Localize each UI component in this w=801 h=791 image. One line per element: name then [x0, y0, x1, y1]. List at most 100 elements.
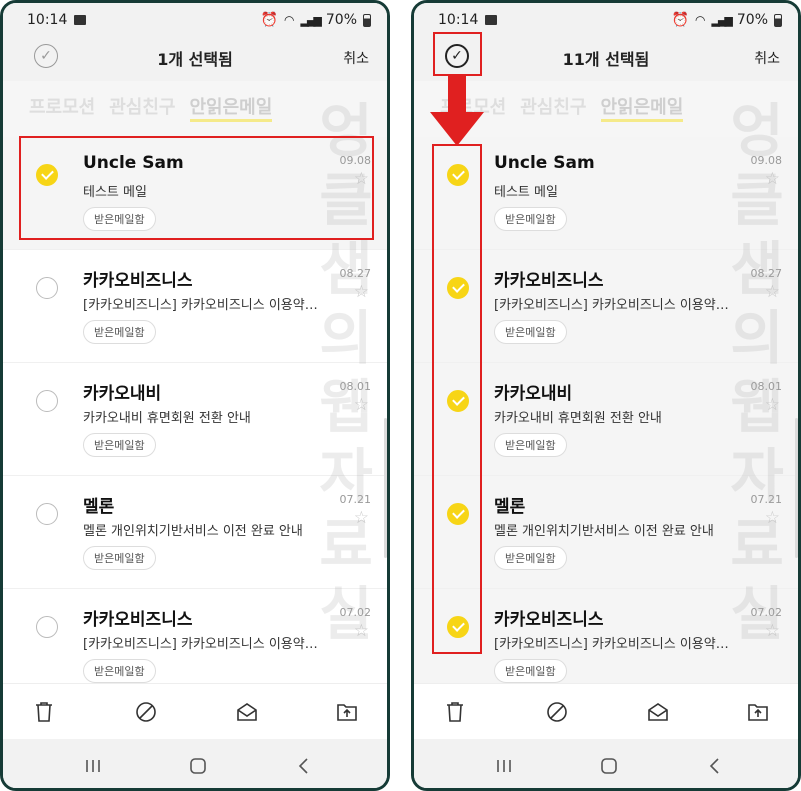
status-bar: 10:14 ⏰ ◠ ▂▄▆ 70%: [414, 3, 798, 37]
tab-unread[interactable]: 안읽은메일: [600, 93, 684, 122]
mail-row[interactable]: 카카오내비 카카오내비 휴면회원 전환 안내 받은메일함 08.01 ☆: [414, 363, 798, 476]
back-icon[interactable]: [293, 755, 315, 777]
mail-subject: [카카오비즈니스] 카카오비즈니스 이용약…: [494, 637, 729, 652]
star-icon[interactable]: ☆: [354, 397, 369, 414]
recent-apps-icon[interactable]: [493, 755, 515, 777]
mail-list: Uncle Sam 테스트 메일 받은메일함 09.08 ☆ 카카오비즈니스 […: [3, 137, 387, 683]
status-time: 10:14: [27, 12, 68, 28]
battery-text: 70%: [736, 12, 768, 28]
block-icon[interactable]: [545, 700, 569, 724]
mail-date: 09.08: [750, 154, 783, 167]
battery-icon: [363, 13, 371, 27]
mail-sender: Uncle Sam: [494, 153, 595, 173]
star-icon[interactable]: ☆: [765, 284, 780, 301]
gallery-notification-icon: [485, 15, 497, 25]
mail-folder-chip: 받은메일함: [83, 207, 156, 231]
selection-count-title: 1개 선택됨: [157, 50, 233, 69]
mail-row[interactable]: Uncle Sam 테스트 메일 받은메일함 09.08 ☆: [3, 137, 387, 250]
cancel-button[interactable]: 취소: [754, 48, 780, 68]
mail-select-checkbox[interactable]: [36, 164, 58, 186]
mail-folder-chip: 받은메일함: [83, 659, 156, 683]
mail-select-checkbox[interactable]: [36, 503, 58, 525]
mail-select-checkbox[interactable]: [447, 616, 469, 638]
mail-date: 07.02: [750, 606, 783, 619]
mail-sender: 카카오내비: [494, 384, 573, 404]
status-right: ⏰ ◠ ▂▄▆ 70%: [261, 12, 371, 28]
status-right: ⏰ ◠ ▂▄▆ 70%: [672, 12, 782, 28]
mail-subject: 테스트 메일: [494, 185, 558, 200]
mail-subject: 멜론 개인위치기반서비스 이전 완료 안내: [83, 524, 303, 539]
mail-folder-chip: 받은메일함: [494, 659, 567, 683]
mail-row[interactable]: 카카오비즈니스 [카카오비즈니스] 카카오비즈니스 이용약… 받은메일함 08.…: [3, 250, 387, 363]
system-navbar: [3, 739, 387, 788]
trash-icon[interactable]: [443, 700, 467, 724]
mail-select-checkbox[interactable]: [36, 390, 58, 412]
mail-folder-chip: 받은메일함: [494, 207, 567, 231]
system-navbar: [414, 739, 798, 788]
mail-date: 08.01: [339, 380, 372, 393]
mail-folder-chip: 받은메일함: [83, 433, 156, 457]
mail-select-checkbox[interactable]: [36, 277, 58, 299]
mail-select-checkbox[interactable]: [36, 616, 58, 638]
mail-row[interactable]: 카카오비즈니스 [카카오비즈니스] 카카오비즈니스 이용약… 받은메일함 08.…: [414, 250, 798, 363]
star-icon[interactable]: ☆: [765, 623, 780, 640]
mail-select-checkbox[interactable]: [447, 390, 469, 412]
mail-read-icon[interactable]: [646, 700, 670, 724]
star-icon[interactable]: ☆: [765, 510, 780, 527]
mail-select-checkbox[interactable]: [447, 164, 469, 186]
edge-panel-handle[interactable]: [384, 418, 387, 558]
mail-sender: 멜론: [494, 497, 526, 517]
status-time: 10:14: [438, 12, 479, 28]
mail-sender: 카카오비즈니스: [83, 271, 193, 291]
home-icon[interactable]: [187, 755, 209, 777]
mail-row[interactable]: 카카오내비 카카오내비 휴면회원 전환 안내 받은메일함 08.01 ☆: [3, 363, 387, 476]
mail-row[interactable]: Uncle Sam 테스트 메일 받은메일함 09.08 ☆: [414, 137, 798, 250]
recent-apps-icon[interactable]: [82, 755, 104, 777]
star-icon[interactable]: ☆: [354, 171, 369, 188]
arrow-down-icon: [430, 76, 484, 146]
mail-row[interactable]: 카카오비즈니스 [카카오비즈니스] 카카오비즈니스 이용약… 받은메일함 07.…: [414, 589, 798, 683]
cancel-button[interactable]: 취소: [343, 48, 369, 68]
mail-row[interactable]: 멜론 멜론 개인위치기반서비스 이전 완료 안내 받은메일함 07.21 ☆: [3, 476, 387, 589]
alarm-icon: ⏰: [671, 12, 689, 28]
wifi-icon: ◠: [284, 13, 295, 27]
wifi-icon: ◠: [695, 13, 706, 27]
mail-folder-chip: 받은메일함: [494, 433, 567, 457]
tab-favorite-friends[interactable]: 관심친구: [520, 93, 586, 122]
mail-row[interactable]: 멜론 멜론 개인위치기반서비스 이전 완료 안내 받은메일함 07.21 ☆: [414, 476, 798, 589]
move-folder-icon[interactable]: [746, 700, 770, 724]
mail-date: 07.21: [339, 493, 372, 506]
home-icon[interactable]: [598, 755, 620, 777]
selection-appbar: ✓ 1개 선택됨 취소: [3, 37, 387, 81]
block-icon[interactable]: [134, 700, 158, 724]
mail-sender: 카카오내비: [83, 384, 162, 404]
mail-subject: 테스트 메일: [83, 185, 147, 200]
mail-subject: [카카오비즈니스] 카카오비즈니스 이용약…: [494, 298, 729, 313]
mail-folder-chip: 받은메일함: [494, 546, 567, 570]
battery-text: 70%: [325, 12, 357, 28]
status-bar: 10:14 ⏰ ◠ ▂▄▆ 70%: [3, 3, 387, 37]
mail-read-icon[interactable]: [235, 700, 259, 724]
back-icon[interactable]: [704, 755, 726, 777]
star-icon[interactable]: ☆: [765, 397, 780, 414]
mail-subject: 멜론 개인위치기반서비스 이전 완료 안내: [494, 524, 714, 539]
mail-date: 08.01: [750, 380, 783, 393]
selection-count-title: 11개 선택됨: [562, 50, 650, 69]
star-icon[interactable]: ☆: [765, 171, 780, 188]
mail-date: 08.27: [750, 267, 783, 280]
star-icon[interactable]: ☆: [354, 623, 369, 640]
edge-panel-handle[interactable]: [795, 418, 798, 558]
mail-sender: 멜론: [83, 497, 115, 517]
tab-promotions[interactable]: 프로모션: [29, 93, 95, 122]
star-icon[interactable]: ☆: [354, 510, 369, 527]
mail-row[interactable]: 카카오비즈니스 [카카오비즈니스] 카카오비즈니스 이용약… 받은메일함 07.…: [3, 589, 387, 683]
trash-icon[interactable]: [32, 700, 56, 724]
mail-sender: 카카오비즈니스: [494, 271, 604, 291]
mail-select-checkbox[interactable]: [447, 277, 469, 299]
move-folder-icon[interactable]: [335, 700, 359, 724]
star-icon[interactable]: ☆: [354, 284, 369, 301]
mail-select-checkbox[interactable]: [447, 503, 469, 525]
tab-favorite-friends[interactable]: 관심친구: [109, 93, 175, 122]
tab-unread[interactable]: 안읽은메일: [189, 93, 273, 122]
mail-subject: 카카오내비 휴면회원 전환 안내: [494, 411, 662, 426]
